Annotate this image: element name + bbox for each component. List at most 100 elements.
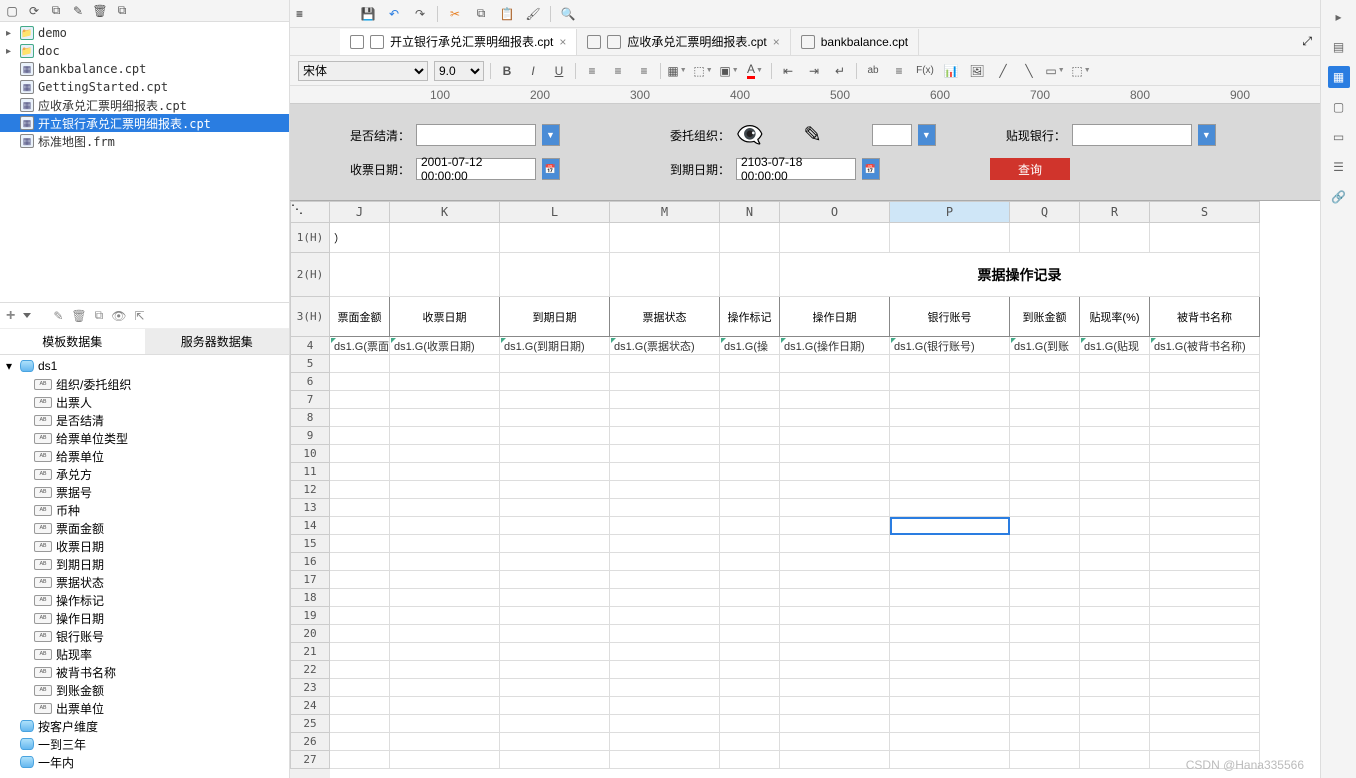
grid-cell[interactable] [330,391,390,409]
grid-cell[interactable] [500,643,610,661]
grid-cell[interactable] [780,625,890,643]
grid-cell[interactable] [890,373,1010,391]
grid-cell[interactable] [890,427,1010,445]
editor-tab[interactable]: 应收承兑汇票明细报表.cpt × [577,29,790,55]
grid-cell[interactable]: 被背书名称 [1150,297,1260,337]
indent-dec-icon[interactable]: ⇤ [778,61,798,81]
dataset-field[interactable]: ᴬᴮ到账金额 [0,681,289,699]
spreadsheet-grid[interactable]: ⋱ JKLMNOPQRS 1(H)2(H)3(H)456789101112131… [290,201,1320,778]
grid-cell[interactable] [500,223,610,253]
grid-cell[interactable] [1010,517,1080,535]
grid-cell[interactable] [890,571,1010,589]
col-header[interactable]: M [610,201,720,223]
save-icon[interactable]: 💾 [359,5,377,23]
grid-cell[interactable]: ds1.G(票据状态) [610,337,720,355]
underline-icon[interactable]: U [549,61,569,81]
grid-cell[interactable] [390,481,500,499]
row-header[interactable]: 8 [290,409,330,427]
grid-cell[interactable] [330,679,390,697]
grid-cell[interactable] [780,355,890,373]
grid-cell[interactable]: ds1.G(操作日期) [780,337,890,355]
grid-cell[interactable] [1150,427,1260,445]
dataset-field[interactable]: ᴬᴮ币种 [0,501,289,519]
grid-cell[interactable] [720,391,780,409]
panel3-icon[interactable]: ▢ [1328,96,1350,118]
grid-cell[interactable] [890,733,1010,751]
grid-cell[interactable] [330,463,390,481]
grid-cell[interactable] [390,679,500,697]
grid-cell[interactable] [330,661,390,679]
font-name-select[interactable]: 宋体 [298,61,428,81]
row-header[interactable]: 11 [290,463,330,481]
grid-cell[interactable] [1010,409,1080,427]
input-bank[interactable] [1072,124,1192,146]
dataset-field[interactable]: ᴬᴮ收票日期 [0,537,289,555]
grid-cell[interactable] [1150,409,1260,427]
grid-cell[interactable] [720,715,780,733]
grid-cell[interactable] [610,751,720,769]
grid-cell[interactable] [500,697,610,715]
grid-cell[interactable] [720,553,780,571]
grid-cell[interactable] [1010,373,1080,391]
trash-icon[interactable]: 🗑 [71,309,86,323]
grid-cell[interactable] [1010,715,1080,733]
grid-cell[interactable]: 收票日期 [390,297,500,337]
grid-cell[interactable] [390,517,500,535]
grid-cell[interactable] [720,643,780,661]
grid-cell[interactable] [330,373,390,391]
dataset-field[interactable]: ᴬᴮ票面金额 [0,519,289,537]
grid-cell[interactable] [1150,517,1260,535]
file-item[interactable]: ▦GettingStarted.cpt [0,78,289,96]
grid-cell[interactable] [890,607,1010,625]
row-header[interactable]: 23 [290,679,330,697]
grid-cell[interactable] [1080,409,1150,427]
grid-cell[interactable] [610,625,720,643]
dataset-root[interactable]: ▾ds1 [0,357,289,375]
dataset-dim[interactable]: 一年内 [0,753,289,771]
row-header[interactable]: 12 [290,481,330,499]
cut-icon[interactable]: ✂ [446,5,464,23]
grid-cell[interactable] [330,553,390,571]
grid-cell[interactable] [1010,427,1080,445]
grid-cell[interactable] [500,661,610,679]
dataset-field[interactable]: ᴬᴮ操作标记 [0,591,289,609]
grid-cell[interactable] [1080,553,1150,571]
align-center-icon[interactable]: ≡ [608,61,628,81]
grid-cell[interactable] [780,733,890,751]
tab-server-dataset[interactable]: 服务器数据集 [145,329,290,354]
col-header[interactable]: S [1150,201,1260,223]
grid-cell[interactable] [500,463,610,481]
grid-cell[interactable]: ds1.G(到期日期) [500,337,610,355]
grid-cell[interactable] [390,607,500,625]
grid-cell[interactable] [890,445,1010,463]
grid-cell[interactable] [500,553,610,571]
grid-cell[interactable] [610,253,720,297]
grid-cell[interactable] [1150,223,1260,253]
editor-tab[interactable]: bankbalance.cpt [791,29,919,55]
grid-cell[interactable] [780,517,890,535]
grid-cell[interactable] [390,661,500,679]
grid-cell[interactable] [1150,373,1260,391]
grid-cell[interactable] [610,391,720,409]
grid-cell[interactable] [780,535,890,553]
grid-cell[interactable] [330,589,390,607]
grid-cell[interactable] [610,553,720,571]
grid-cell[interactable] [330,643,390,661]
grid-cell[interactable] [1150,463,1260,481]
refresh-icon[interactable]: ⟳ [26,3,42,19]
grid-cell[interactable] [1080,391,1150,409]
grid-cell[interactable] [1080,499,1150,517]
query-button[interactable]: 查询 [990,158,1070,180]
grid-cell[interactable] [390,589,500,607]
grid-cell[interactable] [720,223,780,253]
row-header[interactable]: 4 [290,337,330,355]
grid-cell[interactable] [610,463,720,481]
grid-cell[interactable] [1010,679,1080,697]
row-header[interactable]: 22 [290,661,330,679]
row-header[interactable]: 16 [290,553,330,571]
grid-cell[interactable] [1010,463,1080,481]
dataset-field[interactable]: ᴬᴮ到期日期 [0,555,289,573]
grid-cell[interactable] [1010,391,1080,409]
grid-cell[interactable] [1080,373,1150,391]
grid-cell[interactable] [1080,571,1150,589]
